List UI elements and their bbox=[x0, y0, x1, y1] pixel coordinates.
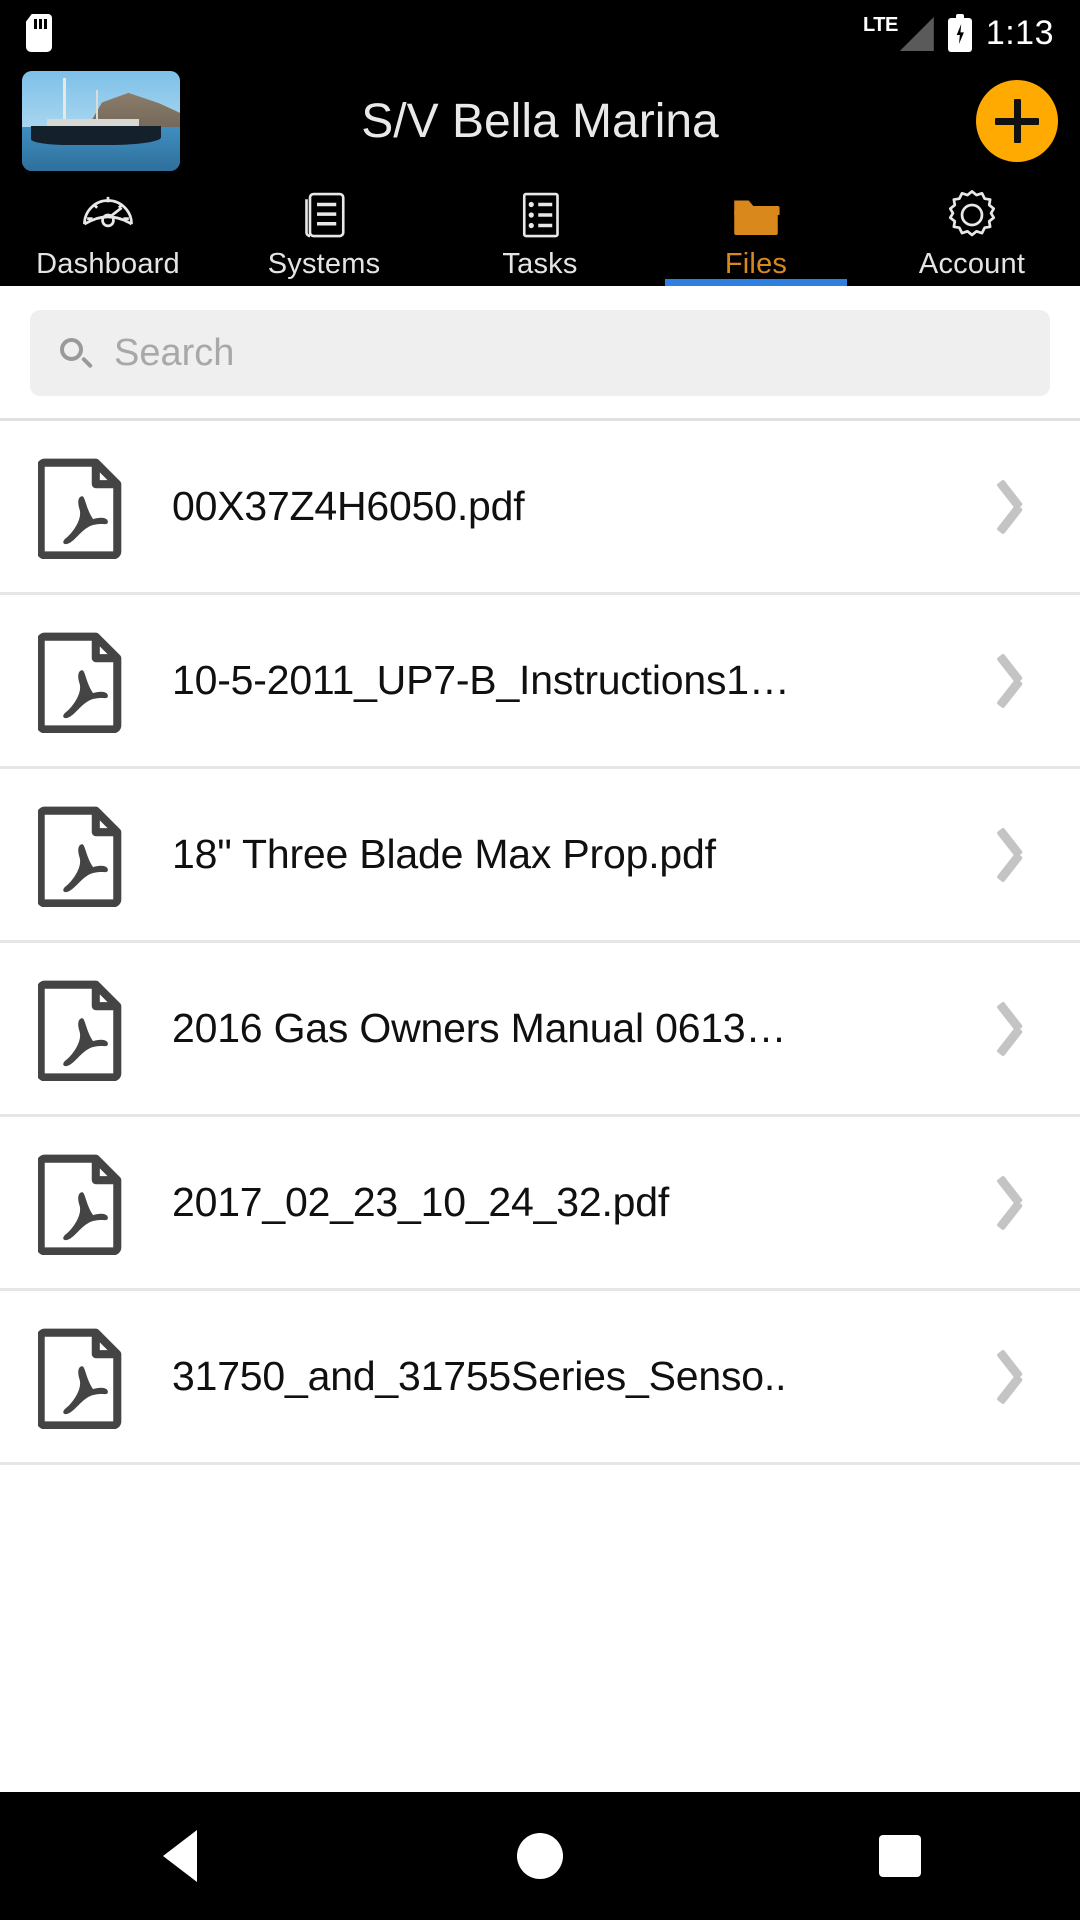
add-button[interactable] bbox=[976, 80, 1058, 162]
file-list: 00X37Z4H6050.pdf 10-5-2011_UP7-B_Instruc… bbox=[0, 421, 1080, 1465]
status-bar-clock: 1:13 bbox=[985, 13, 1054, 52]
signal-bars-icon: LTE bbox=[863, 15, 934, 51]
sdcard-icon bbox=[26, 14, 52, 52]
pdf-file-icon bbox=[38, 629, 124, 733]
nav-home-button[interactable] bbox=[460, 1792, 620, 1920]
tab-dashboard[interactable]: Dashboard bbox=[0, 176, 216, 286]
search-input[interactable] bbox=[114, 331, 1022, 375]
chevron-right-icon[interactable] bbox=[996, 478, 1046, 536]
sailboat-thumbnail[interactable] bbox=[22, 71, 180, 171]
table-row[interactable]: 00X37Z4H6050.pdf bbox=[0, 421, 1080, 595]
app-screen: LTE 1:13 S/V Bella Marina Dashboard Syst… bbox=[0, 0, 1080, 1920]
search-container bbox=[0, 286, 1080, 418]
chevron-right-icon[interactable] bbox=[996, 1174, 1046, 1232]
pdf-file-icon bbox=[38, 455, 124, 559]
file-name: 10-5-2011_UP7-B_Instructions1… bbox=[172, 657, 790, 703]
files-content: 00X37Z4H6050.pdf 10-5-2011_UP7-B_Instruc… bbox=[0, 286, 1080, 1792]
back-triangle-icon bbox=[163, 1830, 197, 1882]
folder-icon bbox=[727, 184, 785, 246]
tab-label: Tasks bbox=[502, 248, 578, 280]
chevron-right-icon[interactable] bbox=[996, 652, 1046, 710]
table-row[interactable]: 2016 Gas Owners Manual 0613… bbox=[0, 943, 1080, 1117]
checklist-icon bbox=[512, 184, 568, 246]
tab-account[interactable]: Account bbox=[864, 176, 1080, 286]
file-name: 31750_and_31755Series_Senso.. bbox=[172, 1353, 787, 1399]
table-row[interactable]: 18" Three Blade Max Prop.pdf bbox=[0, 769, 1080, 943]
pdf-file-icon bbox=[38, 1151, 124, 1255]
tab-bar: Dashboard Systems Tasks Files Account bbox=[0, 176, 1080, 286]
pdf-file-icon bbox=[38, 803, 124, 907]
file-name: 00X37Z4H6050.pdf bbox=[172, 483, 525, 529]
tab-indicator bbox=[665, 279, 847, 286]
chevron-right-icon[interactable] bbox=[996, 1000, 1046, 1058]
battery-charging-icon bbox=[947, 14, 972, 52]
search-icon bbox=[58, 336, 94, 370]
pdf-file-icon bbox=[38, 1325, 124, 1429]
file-name: 2016 Gas Owners Manual 0613… bbox=[172, 1005, 787, 1051]
android-nav-bar bbox=[0, 1792, 1080, 1920]
chevron-right-icon[interactable] bbox=[996, 1348, 1046, 1406]
search-bar[interactable] bbox=[30, 310, 1050, 396]
status-bar-left bbox=[26, 14, 52, 52]
recents-square-icon bbox=[879, 1835, 921, 1877]
document-icon bbox=[296, 184, 352, 246]
status-bar: LTE 1:13 bbox=[0, 0, 1080, 66]
file-name: 18" Three Blade Max Prop.pdf bbox=[172, 831, 716, 877]
pdf-file-icon bbox=[38, 977, 124, 1081]
table-row[interactable]: 2017_02_23_10_24_32.pdf bbox=[0, 1117, 1080, 1291]
tab-label: Systems bbox=[267, 248, 381, 280]
gear-icon bbox=[943, 184, 1001, 246]
tab-label: Account bbox=[918, 248, 1026, 280]
app-bar: S/V Bella Marina bbox=[0, 66, 1080, 176]
tab-tasks[interactable]: Tasks bbox=[432, 176, 648, 286]
nav-back-button[interactable] bbox=[100, 1792, 260, 1920]
nav-recents-button[interactable] bbox=[820, 1792, 980, 1920]
table-row[interactable]: 31750_and_31755Series_Senso.. bbox=[0, 1291, 1080, 1465]
tab-label: Files bbox=[724, 248, 788, 280]
file-name: 2017_02_23_10_24_32.pdf bbox=[172, 1179, 670, 1225]
tab-files[interactable]: Files bbox=[648, 176, 864, 286]
status-bar-right: LTE 1:13 bbox=[863, 14, 1054, 53]
gauge-icon bbox=[79, 184, 137, 246]
home-circle-icon bbox=[517, 1833, 563, 1879]
tab-systems[interactable]: Systems bbox=[216, 176, 432, 286]
tab-label: Dashboard bbox=[36, 248, 180, 280]
network-type-label: LTE bbox=[863, 14, 898, 36]
table-row[interactable]: 10-5-2011_UP7-B_Instructions1… bbox=[0, 595, 1080, 769]
chevron-right-icon[interactable] bbox=[996, 826, 1046, 884]
